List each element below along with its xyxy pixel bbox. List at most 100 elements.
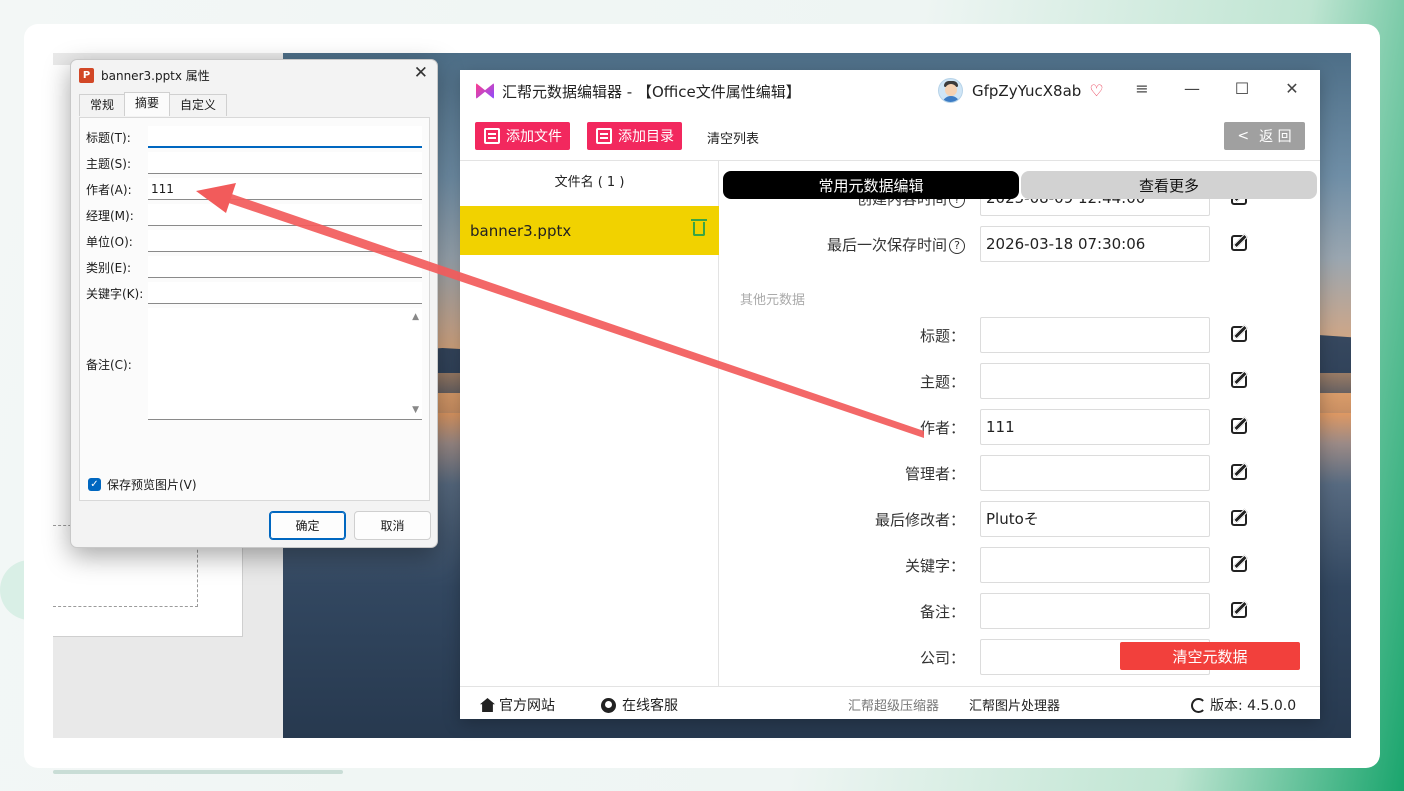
manager-input[interactable] (980, 455, 1210, 491)
minimize-icon[interactable]: — (1180, 79, 1204, 98)
add-folder-icon (596, 128, 612, 144)
support-label: 在线客服 (622, 698, 678, 714)
menu-icon[interactable]: ≡ (1130, 79, 1154, 98)
edit-icon[interactable] (1231, 418, 1247, 434)
scroll-up-icon[interactable]: ▲ (412, 312, 419, 322)
clear-metadata-button[interactable]: 清空元数据 (1120, 642, 1300, 670)
tab-general[interactable]: 常规 (79, 94, 126, 116)
author-input[interactable]: 111 (148, 178, 422, 200)
scroll-down-icon[interactable]: ▼ (412, 405, 419, 415)
created-time-input[interactable]: 2025-08-09 12:44:00 (980, 199, 1210, 216)
edit-icon[interactable] (1231, 556, 1247, 572)
support-link[interactable]: 在线客服 (601, 695, 678, 715)
summary-panel: 标题(T): 主题(S): 作者(A): 111 经理(M): 单位(O): 类… (79, 117, 430, 501)
cancel-button[interactable]: 取消 (354, 511, 431, 540)
vip-heart-icon[interactable]: ♡ (1089, 81, 1103, 100)
dialog-title-bar: P banner3.pptx 属性 (79, 65, 210, 85)
row-keywords: 关键字： (720, 547, 1320, 583)
title-input[interactable] (980, 317, 1210, 353)
field-row-category: 类别(E): (86, 256, 148, 278)
add-file-button[interactable]: 添加文件 (475, 122, 570, 150)
list-item[interactable]: banner3.pptx (460, 206, 719, 255)
edit-icon[interactable] (1231, 235, 1247, 251)
dialog-title: banner3.pptx 属性 (101, 68, 210, 83)
add-file-icon (484, 128, 500, 144)
field-row-company: 单位(O): (86, 230, 148, 252)
field-row-title: 标题(T): (86, 126, 148, 148)
horizontal-scrollbar[interactable] (53, 770, 343, 774)
field-label: 主题(S): (86, 156, 132, 171)
subject-input[interactable] (148, 152, 422, 174)
refresh-icon (1191, 697, 1206, 713)
row-author: 作者： 111 (720, 409, 1320, 445)
field-row-author: 作者(A): (86, 178, 148, 200)
field-label: 作者(A): (86, 182, 132, 197)
edit-icon[interactable] (1231, 199, 1247, 205)
last-saved-input[interactable]: 2026-03-18 07:30:06 (980, 226, 1210, 262)
company-input[interactable] (148, 230, 422, 252)
checkbox-label: 保存预览图片(V) (107, 478, 197, 492)
field-row-subject: 主题(S): (86, 152, 148, 174)
user-info[interactable]: GfpZyYucX8ab ♡ (938, 78, 1104, 103)
file-list-panel: 文件名 ( 1 ) banner3.pptx (460, 161, 719, 686)
back-button[interactable]: < 返 回 (1224, 122, 1305, 150)
keywords-input[interactable] (980, 547, 1210, 583)
comments-textarea[interactable]: ▲ ▼ (148, 308, 422, 420)
field-label: 经理(M): (86, 208, 134, 223)
comments-input[interactable] (980, 593, 1210, 629)
maximize-icon[interactable]: ☐ (1230, 79, 1254, 98)
help-icon: ? (949, 238, 965, 254)
field-label: 管理者： (904, 465, 965, 483)
edit-icon[interactable] (1231, 372, 1247, 388)
edit-icon[interactable] (1231, 602, 1247, 618)
app-title-bar: 汇帮元数据编辑器 - 【Office文件属性编辑】 (476, 81, 801, 101)
close-icon[interactable]: ✕ (414, 63, 428, 83)
save-preview-checkbox[interactable]: ✓ 保存预览图片(V) (88, 476, 197, 493)
author-input[interactable]: 111 (980, 409, 1210, 445)
checkbox-checked-icon[interactable]: ✓ (88, 478, 101, 491)
row-comments: 备注： (720, 593, 1320, 629)
tab-summary[interactable]: 摘要 (124, 92, 171, 116)
field-row-keywords: 关键字(K): (86, 282, 148, 304)
clear-list-button[interactable]: 清空列表 (707, 128, 759, 147)
image-tool-link[interactable]: 汇帮图片处理器 (969, 695, 1060, 714)
file-name: banner3.pptx (470, 221, 572, 240)
version-info[interactable]: 版本: 4.5.0.0 (1191, 695, 1296, 715)
category-input[interactable] (148, 256, 422, 278)
field-label: 备注： (919, 603, 965, 621)
title-input[interactable] (148, 126, 422, 148)
other-metadata-heading: 其他元数据 (740, 293, 806, 308)
tab-custom[interactable]: 自定义 (169, 94, 228, 116)
row-manager: 管理者： (720, 455, 1320, 491)
chevron-left-icon: < (1237, 128, 1250, 144)
field-label: 标题： (919, 327, 965, 345)
field-label: 单位(O): (86, 234, 133, 249)
trash-icon[interactable] (691, 219, 707, 236)
manager-input[interactable] (148, 204, 422, 226)
tab-common-metadata[interactable]: 常用元数据编辑 (723, 171, 1019, 199)
website-link[interactable]: 官方网站 (480, 695, 555, 715)
field-label: 标题(T): (86, 130, 131, 145)
keywords-input[interactable] (148, 282, 422, 304)
field-row-comments: 备注(C): (86, 353, 148, 375)
file-list-header: 文件名 ( 1 ) (554, 175, 625, 190)
close-icon[interactable]: ✕ (1280, 79, 1304, 98)
last-modified-by-input[interactable]: Plutoそ (980, 501, 1210, 537)
edit-icon[interactable] (1231, 326, 1247, 342)
field-label: 关键字(K): (86, 286, 144, 301)
edit-icon[interactable] (1231, 464, 1247, 480)
app-footer: 官方网站 在线客服 汇帮超级压缩器 汇帮图片处理器 版本: 4.5.0.0 (460, 686, 1320, 719)
row-subject: 主题： (720, 363, 1320, 399)
tab-view-more[interactable]: 查看更多 (1021, 171, 1317, 199)
field-label: 类别(E): (86, 260, 131, 275)
field-label: 创建内容时间? (857, 199, 965, 209)
metadata-form: 创建内容时间? 2025-08-09 12:44:00 最后一次保存时间? 20… (720, 199, 1320, 686)
add-directory-button[interactable]: 添加目录 (587, 122, 682, 150)
ok-button[interactable]: 确定 (269, 511, 346, 540)
subject-input[interactable] (980, 363, 1210, 399)
add-file-label: 添加文件 (506, 129, 562, 145)
edit-icon[interactable] (1231, 510, 1247, 526)
compressor-link[interactable]: 汇帮超级压缩器 (848, 695, 939, 714)
avatar[interactable] (938, 78, 963, 103)
field-label: 关键字： (904, 557, 965, 575)
